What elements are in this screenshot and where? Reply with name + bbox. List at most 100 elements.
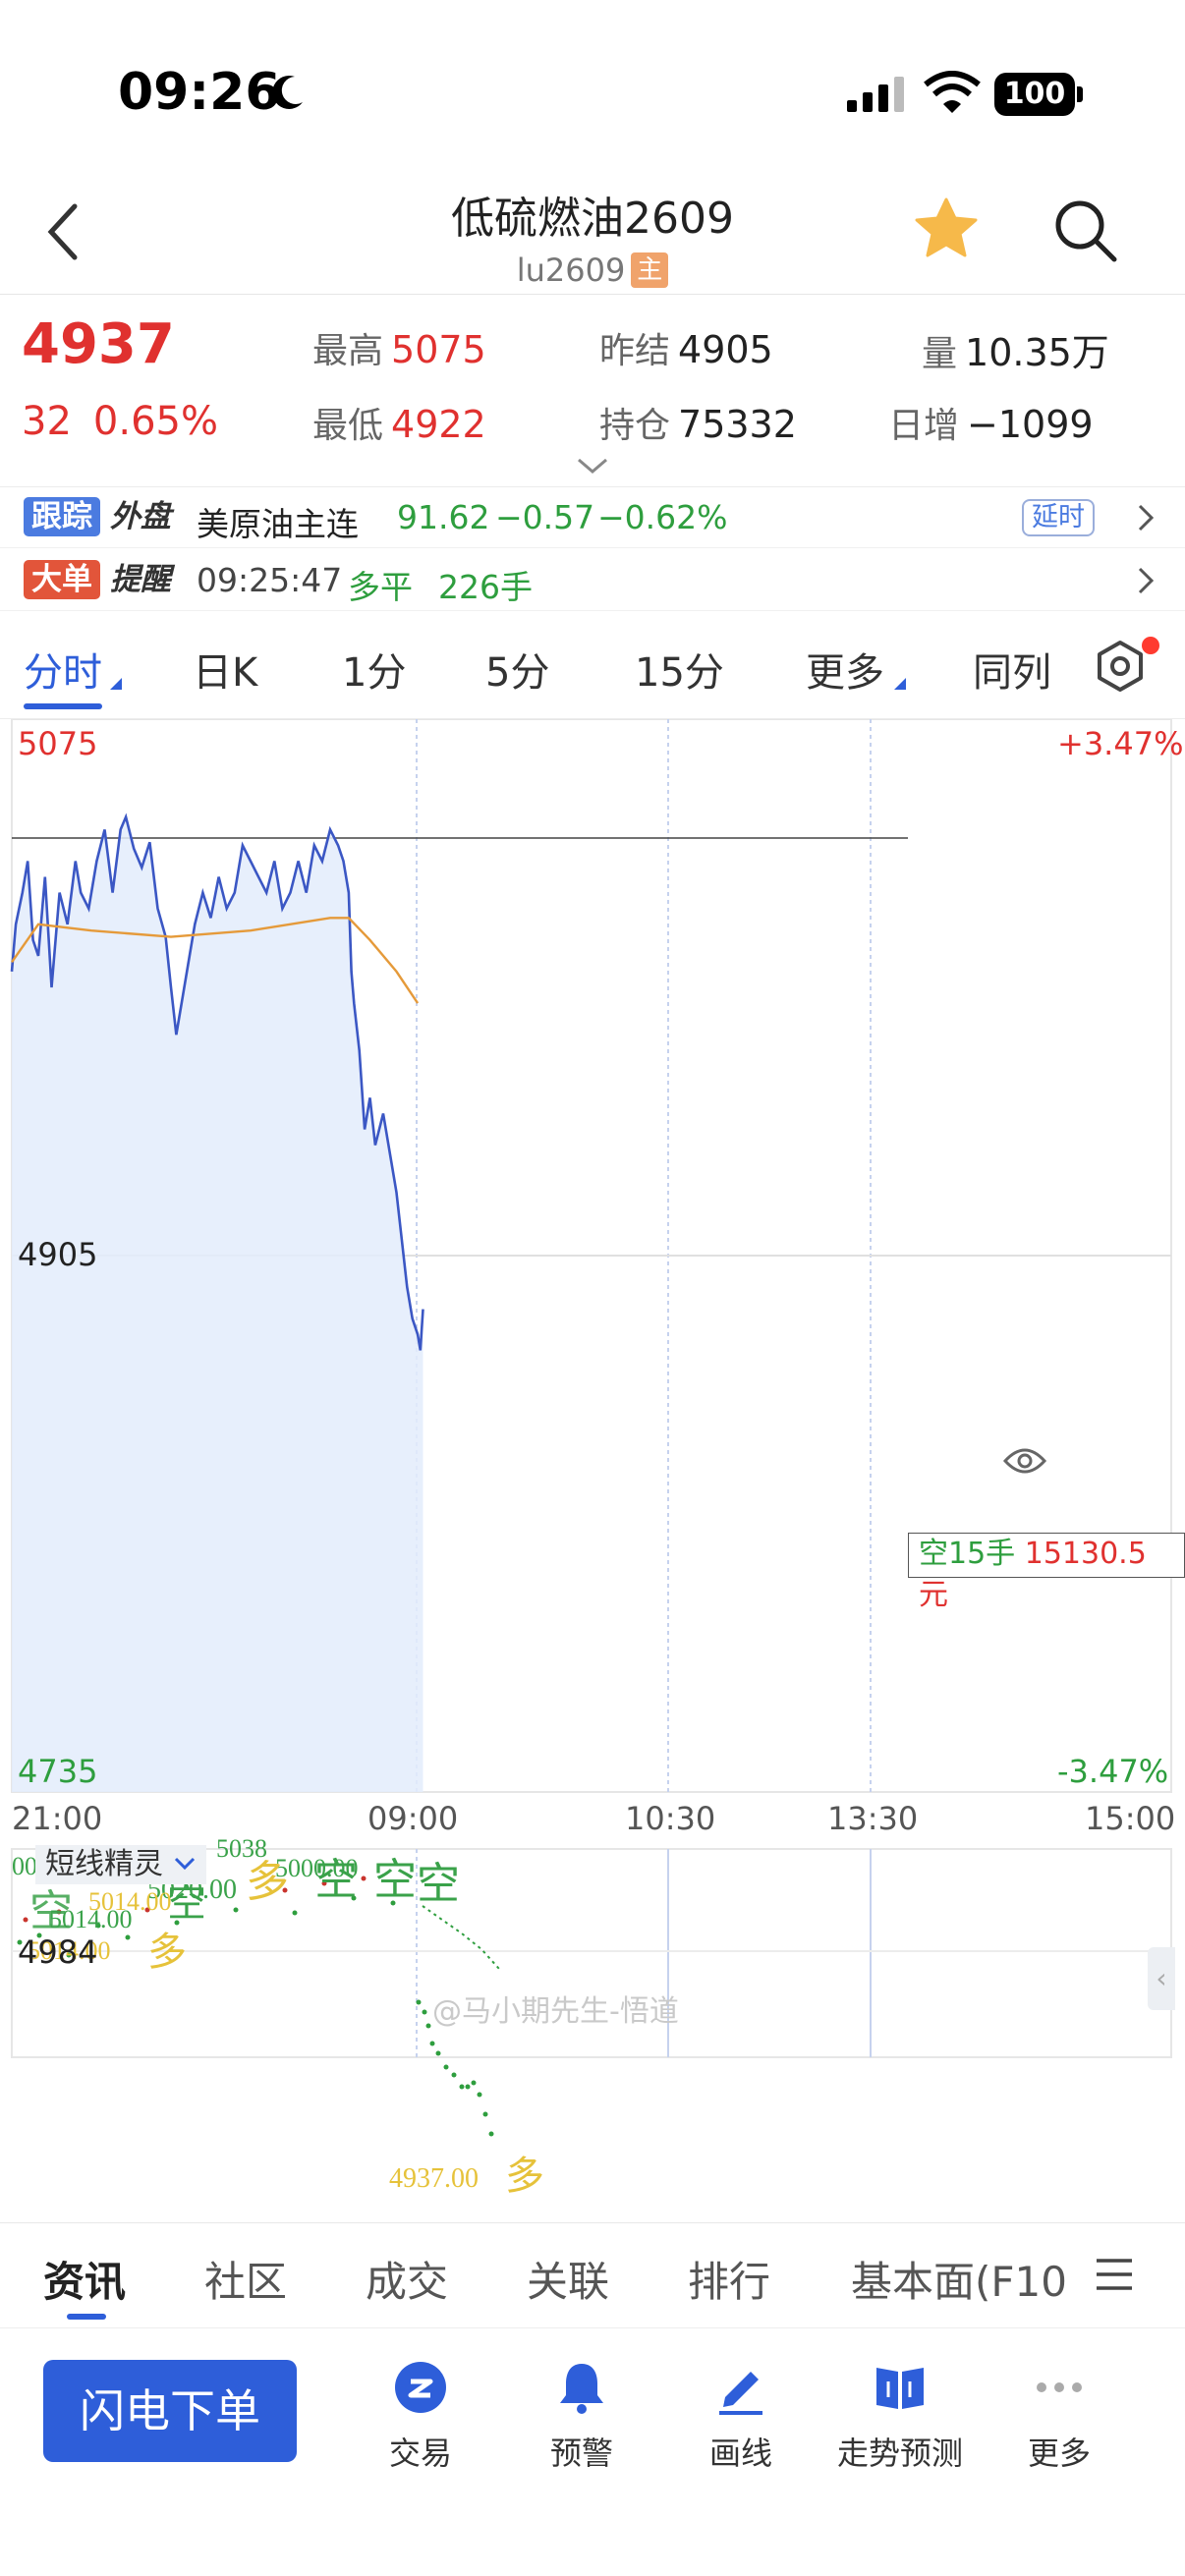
external-tag: 外盘 xyxy=(110,499,171,534)
nav-bar: 低硫燃油2609 lu2609 主 xyxy=(0,167,1185,295)
menu-icon[interactable] xyxy=(1093,2257,1136,2292)
delay-badge: 延时 xyxy=(1022,499,1095,536)
main-contract-badge: 主 xyxy=(631,252,669,288)
tracking-tag: 跟踪 xyxy=(24,497,100,536)
pct-axis-top: +3.47% xyxy=(1057,725,1184,762)
tab-ranking[interactable]: 排行 xyxy=(688,2249,770,2309)
status-bar: 09:26 100 xyxy=(0,0,1185,167)
signal-long-marker: 多 xyxy=(505,2154,544,2198)
star-icon[interactable] xyxy=(914,196,979,259)
chevron-down-icon xyxy=(174,1857,195,1871)
daily-increase-label: 日增 xyxy=(888,406,960,446)
draw-line-button[interactable]: 画线 xyxy=(662,2358,819,2474)
x-axis-label: 10:30 xyxy=(625,1800,716,1837)
dropdown-triangle-icon xyxy=(894,678,906,690)
open-interest-stat: 持仓 75332 xyxy=(599,397,797,448)
open-interest-label: 持仓 xyxy=(599,406,671,446)
tab-5min[interactable]: 5分 xyxy=(485,641,549,698)
more-icon xyxy=(1037,2382,1082,2392)
external-market-row[interactable]: 跟踪 外盘 美原油主连 91.62 −0.57 −0.62% 延时 xyxy=(0,487,1185,548)
svg-text:空: 空 xyxy=(373,1856,417,1904)
page-title: 低硫燃油2609 xyxy=(451,194,734,244)
chevron-down-icon[interactable] xyxy=(576,456,609,476)
svg-text:多: 多 xyxy=(246,1858,289,1906)
search-icon[interactable] xyxy=(1053,198,1118,263)
price-area-fill xyxy=(12,816,423,1792)
book-icon xyxy=(876,2368,924,2409)
low-stat: 最低 4922 xyxy=(312,397,486,448)
y-axis-top: 5075 xyxy=(18,725,98,762)
trade-button[interactable]: 交易 xyxy=(342,2358,499,2474)
y-axis-bottom: 4735 xyxy=(18,1753,98,1790)
alert-type: 多平 xyxy=(348,568,413,606)
flash-order-button[interactable]: 闪电下单 xyxy=(43,2360,297,2462)
pct-axis-bottom: -3.47% xyxy=(1057,1753,1169,1790)
change-value: 32 xyxy=(22,399,72,444)
watermark-text: @马小期先生-悟道 xyxy=(432,1994,679,2029)
alert-tag: 提醒 xyxy=(110,562,171,597)
alert-time: 09:25:47 xyxy=(197,561,343,599)
big-order-alert-row[interactable]: 大单 提醒 09:25:47 多平 226手 xyxy=(0,550,1185,611)
tab-intraday[interactable]: 分时 xyxy=(24,641,102,698)
more-button[interactable]: 更多 xyxy=(981,2358,1138,2474)
alert-button[interactable]: 预警 xyxy=(503,2358,660,2474)
price-series xyxy=(10,812,424,1792)
chevron-right-icon[interactable] xyxy=(1136,503,1156,532)
bottom-toolbar: 闪电下单 交易 预警 画线 走势预测 更多 xyxy=(0,2328,1185,2576)
moon-icon xyxy=(272,75,303,109)
tab-more[interactable]: 更多 xyxy=(806,641,884,698)
position-label[interactable]: 空15手 15130.5元 xyxy=(908,1533,1185,1612)
tab-related[interactable]: 关联 xyxy=(527,2249,609,2309)
battery-tip xyxy=(1077,86,1083,102)
contract-code: lu2609 主 xyxy=(0,252,1185,289)
external-change-pct: −0.62% xyxy=(597,498,728,536)
sub-y-axis-label: 4984 xyxy=(18,1933,98,1971)
svg-text:空: 空 xyxy=(314,1856,358,1904)
battery-indicator: 100 xyxy=(994,73,1075,116)
external-change: −0.57 xyxy=(495,498,595,536)
svg-text:5014.00: 5014.00 xyxy=(88,1887,172,1916)
pen-icon xyxy=(719,2372,762,2415)
chevron-right-icon[interactable] xyxy=(1136,566,1156,595)
trend-forecast-button[interactable]: 走势预测 xyxy=(821,2358,979,2474)
tab-15min[interactable]: 15分 xyxy=(635,641,724,698)
tab-daily-k[interactable]: 日K xyxy=(193,641,257,698)
volume-stat: 量 10.35万 xyxy=(922,322,1109,376)
x-axis-label: 15:00 xyxy=(1085,1800,1176,1837)
svg-text:空: 空 xyxy=(167,1880,206,1925)
info-tab-indicator xyxy=(67,2314,106,2320)
daily-increase-stat: 日增 −1099 xyxy=(888,397,1094,448)
tab-fundamentals[interactable]: 基本面(F10 xyxy=(851,2249,1067,2309)
change-percent: 0.65% xyxy=(92,399,218,444)
short-term-signal-dropdown[interactable]: 短线精灵 xyxy=(35,1845,206,1884)
position-qty: 空15手 xyxy=(919,1537,1016,1571)
chart-area[interactable]: 空 5020.00 5014.00 5014.00 5014.00 多 空 50… xyxy=(0,719,1185,2474)
tab-trades[interactable]: 成交 xyxy=(366,2249,448,2309)
prev-settle-value: 4905 xyxy=(678,328,773,371)
prev-settle-label: 昨结 xyxy=(599,331,671,371)
dropdown-triangle-icon xyxy=(110,678,122,690)
tab-news[interactable]: 资讯 xyxy=(43,2249,126,2309)
side-panel-handle[interactable]: ‹ xyxy=(1148,1947,1175,2010)
trade-label: 交易 xyxy=(388,2435,452,2472)
tab-community[interactable]: 社区 xyxy=(204,2249,287,2309)
settings-icon[interactable] xyxy=(1093,639,1148,694)
trend-forecast-label: 走势预测 xyxy=(836,2435,963,2472)
notification-dot xyxy=(1142,637,1159,654)
alert-label: 预警 xyxy=(549,2435,613,2472)
tab-active-indicator xyxy=(24,703,102,709)
alert-quantity: 226手 xyxy=(438,568,533,606)
low-label: 最低 xyxy=(312,406,384,446)
signal-price-label: 4937.00 xyxy=(389,2163,479,2194)
eye-icon[interactable] xyxy=(1002,1444,1047,1478)
tab-1min[interactable]: 1分 xyxy=(342,641,406,698)
bell-icon xyxy=(560,2364,603,2414)
svg-text:多: 多 xyxy=(147,1930,187,1974)
low-value: 4922 xyxy=(391,403,486,446)
short-term-signal-label: 短线精灵 xyxy=(45,1847,163,1881)
daily-increase-value: −1099 xyxy=(967,403,1094,446)
y-axis-mid: 4905 xyxy=(18,1236,98,1273)
contract-code-text: lu2609 xyxy=(516,252,626,289)
high-stat: 最高 5075 xyxy=(312,322,486,373)
tab-compare[interactable]: 同列 xyxy=(973,641,1051,698)
